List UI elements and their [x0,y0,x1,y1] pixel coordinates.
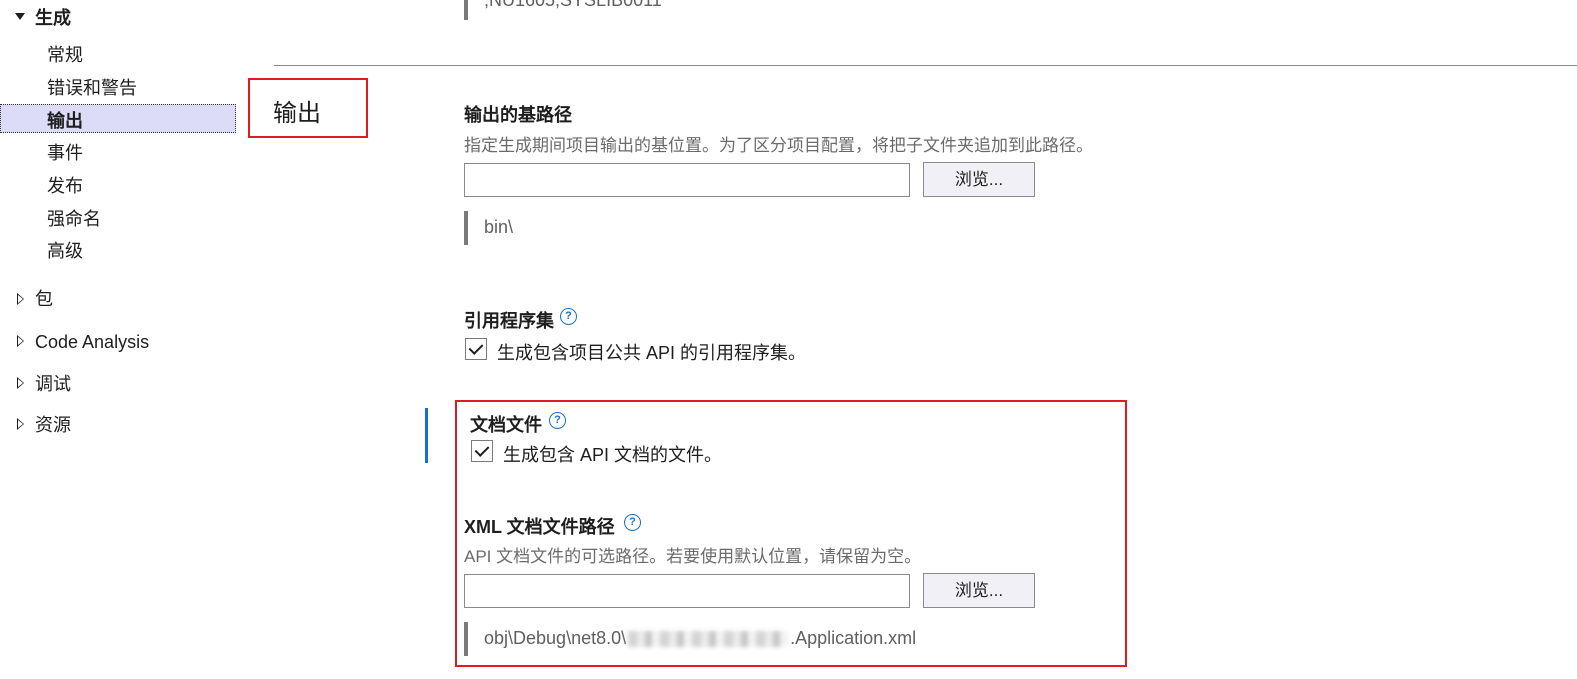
sidebar-group-code-analysis[interactable]: Code Analysis [35,331,149,353]
sidebar-item-publish[interactable]: 发布 [47,175,83,197]
base-path-description: 指定生成期间项目输出的基位置。为了区分项目配置，将把子文件夹追加到此路径。 [464,136,1093,155]
redacted-project-name [628,631,789,648]
sidebar-group-package[interactable]: 包 [35,288,53,310]
doc-file-heading: 文档文件 [470,415,542,435]
reference-assembly-checkbox[interactable] [465,338,487,360]
help-icon[interactable]: ? [624,514,641,531]
base-path-heading: 输出的基路径 [464,105,572,125]
sidebar-selection-highlight [0,104,236,133]
base-path-input[interactable] [464,163,910,197]
reference-assembly-heading: 引用程序集 [464,311,554,331]
sidebar-item-strong-naming[interactable]: 强命名 [47,208,101,230]
sidebar-item-output[interactable]: 输出 [47,110,83,132]
xml-doc-path-browse-button[interactable]: 浏览... [923,573,1035,608]
reference-assembly-checkbox-label[interactable]: 生成包含项目公共 API 的引用程序集。 [497,339,806,365]
focus-indicator-bar [425,408,428,463]
expand-triangle-icon[interactable] [17,293,24,305]
section-divider [274,65,1577,66]
help-icon[interactable]: ? [560,308,577,325]
sidebar-item-general[interactable]: 常规 [47,44,83,66]
resolved-path-suffix: .Application.xml [790,628,917,648]
base-path-resolved-value: bin\ [484,217,514,237]
collapse-triangle-icon[interactable] [15,13,25,20]
sidebar-item-events[interactable]: 事件 [47,142,83,164]
doc-file-checkbox[interactable] [471,440,493,462]
sidebar-group-debug[interactable]: 调试 [35,373,71,395]
value-indicator-bar [464,622,468,656]
expand-triangle-icon[interactable] [17,335,24,347]
expand-triangle-icon[interactable] [17,418,24,430]
help-icon[interactable]: ? [549,412,566,429]
sidebar-section-build[interactable]: 生成 [35,7,71,29]
resolved-path-prefix: obj\Debug\net8.0\ [484,628,627,648]
value-indicator-bar [464,0,468,20]
suppressed-warnings-value: ;NU1605;SYSLIB0011 [484,0,662,10]
xml-doc-path-heading: XML 文档文件路径 [464,517,615,537]
page-title: 输出 [273,100,321,127]
xml-doc-path-description: API 文档文件的可选路径。若要使用默认位置，请保留为空。 [464,547,922,566]
xml-doc-path-resolved-value: obj\Debug\net8.0\ .Application.xml [484,628,916,649]
sidebar-item-advanced[interactable]: 高级 [47,240,83,262]
doc-file-checkbox-label[interactable]: 生成包含 API 文档的文件。 [503,441,722,467]
xml-doc-path-input[interactable] [464,574,910,608]
value-indicator-bar [464,211,468,245]
sidebar-item-errors-warnings[interactable]: 错误和警告 [47,77,137,99]
sidebar-group-resources[interactable]: 资源 [35,414,71,436]
expand-triangle-icon[interactable] [17,377,24,389]
base-path-browse-button[interactable]: 浏览... [923,162,1035,197]
